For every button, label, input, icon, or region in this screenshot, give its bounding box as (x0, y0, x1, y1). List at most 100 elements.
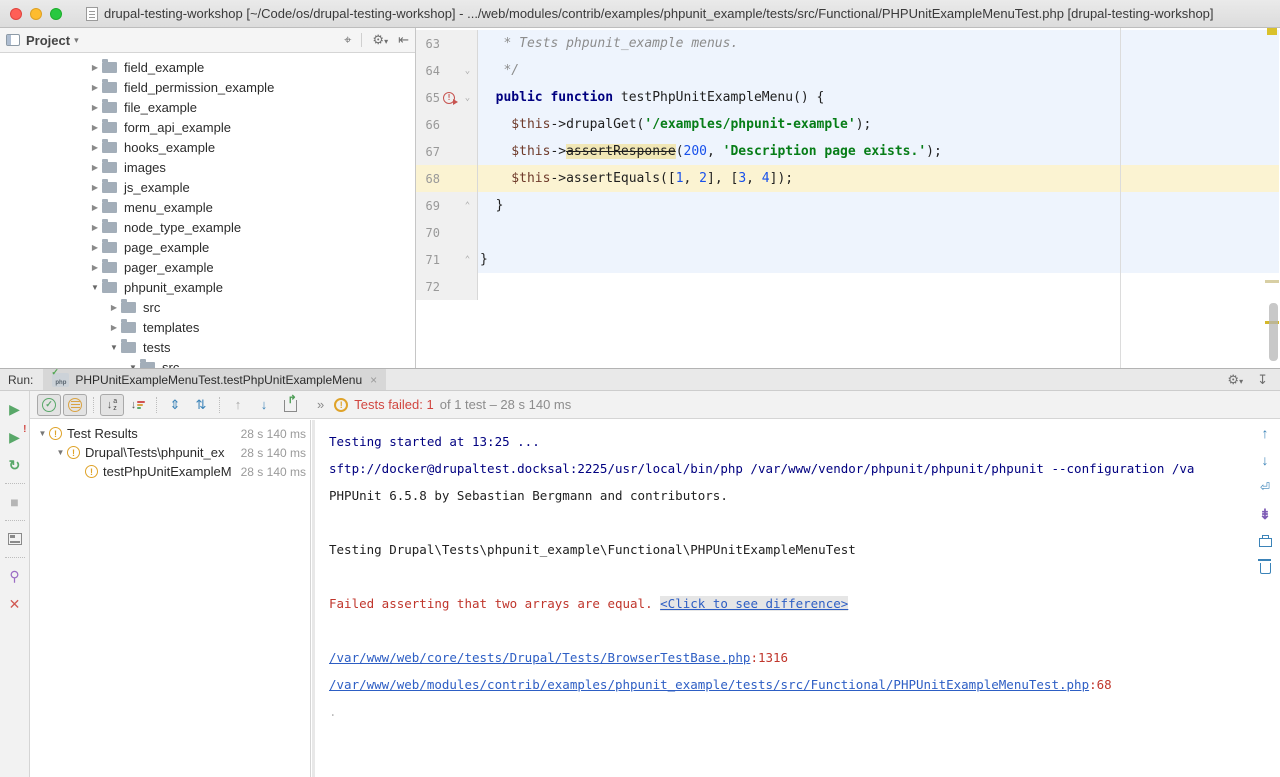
collapsed-arrow-icon[interactable]: ▶ (88, 243, 102, 252)
project-title-caret[interactable]: ▾ (74, 35, 79, 46)
rerun-tests-button[interactable]: ▶ (4, 398, 26, 420)
gutter[interactable]: 70 (416, 219, 478, 246)
editor-line-72[interactable]: 72 (416, 273, 1279, 300)
collapsed-arrow-icon[interactable]: ▶ (88, 203, 102, 212)
project-tree-item-tests[interactable]: ▼tests (0, 337, 415, 357)
run-panel-settings-gear-icon[interactable]: ⚙▾ (1227, 372, 1243, 388)
collapsed-arrow-icon[interactable]: ▶ (88, 143, 102, 152)
project-tree-item-hooks_example[interactable]: ▶hooks_example (0, 137, 415, 157)
scroll-to-end-button[interactable]: ⇟ (1255, 505, 1275, 523)
gutter[interactable]: 66 (416, 111, 478, 138)
gutter[interactable]: 63 (416, 30, 478, 57)
collapsed-arrow-icon[interactable]: ▶ (88, 183, 102, 192)
collapsed-arrow-icon[interactable]: ▶ (88, 83, 102, 92)
collapsed-arrow-icon[interactable]: ▶ (88, 223, 102, 232)
expanded-arrow-icon[interactable]: ▼ (107, 343, 121, 352)
close-run-panel-button[interactable]: ✕ (4, 593, 26, 615)
project-tree-item-images[interactable]: ▶images (0, 157, 415, 177)
project-tree-item-field_permission_example[interactable]: ▶field_permission_example (0, 77, 415, 97)
editor-line-71[interactable]: 71⌃} (416, 246, 1279, 273)
close-tab-icon[interactable]: × (370, 373, 377, 387)
test-tree-row[interactable]: !testPhpUnitExampleM28 s 140 ms (30, 462, 310, 481)
console-link[interactable]: /var/www/web/core/tests/Drupal/Tests/Bro… (329, 650, 750, 665)
collapse-all-button[interactable]: ⇅ (189, 394, 213, 416)
up-the-stack-trace-button[interactable]: ↑ (1255, 424, 1275, 442)
gutter[interactable]: 65!⌄ (416, 84, 478, 111)
fold-marker-icon[interactable]: ⌄ (458, 93, 477, 103)
console-link[interactable]: <Click to see difference> (660, 596, 848, 611)
hide-project-panel-icon[interactable]: ⇤ (398, 32, 409, 48)
expand-all-button[interactable]: ⇕ (163, 394, 187, 416)
project-tree-item-page_example[interactable]: ▶page_example (0, 237, 415, 257)
test-tree-row[interactable]: ▼!Drupal\Tests\phpunit_ex28 s 140 ms (30, 443, 310, 462)
toggle-auto-test-button[interactable]: ↻ (4, 454, 26, 476)
collapsed-arrow-icon[interactable]: ▶ (88, 63, 102, 72)
chevrons-icon[interactable]: » (317, 397, 324, 412)
project-tree-item-file_example[interactable]: ▶file_example (0, 97, 415, 117)
zoom-window-button[interactable] (50, 8, 62, 20)
editor-scrollbar-thumb[interactable] (1269, 303, 1278, 361)
project-title[interactable]: Project (26, 33, 70, 48)
import-test-results-button[interactable]: ↱ (278, 394, 302, 416)
soft-wrap-button[interactable]: ⏎ (1255, 478, 1275, 496)
collapsed-arrow-icon[interactable]: ▶ (88, 163, 102, 172)
test-tree-row[interactable]: ▼!Test Results28 s 140 ms (30, 424, 310, 443)
expanded-arrow-icon[interactable]: ▼ (88, 283, 102, 292)
error-stripe-mark[interactable] (1265, 280, 1279, 283)
project-settings-gear-icon[interactable]: ⚙▾ (372, 32, 388, 48)
gutter[interactable]: 64⌄ (416, 57, 478, 84)
print-button[interactable] (1255, 532, 1275, 550)
test-console-output[interactable]: Testing started at 13:25 ...sftp://docke… (312, 420, 1280, 777)
down-the-stack-trace-button[interactable]: ↓ (1255, 451, 1275, 469)
failed-test-run-gutter-icon[interactable]: ! (443, 92, 455, 104)
gutter[interactable]: 67 (416, 138, 478, 165)
minimize-window-button[interactable] (30, 8, 42, 20)
project-tree-item-src[interactable]: ▼src (0, 357, 415, 368)
gutter[interactable]: 71⌃ (416, 246, 478, 273)
collapsed-arrow-icon[interactable]: ▶ (88, 123, 102, 132)
editor-line-67[interactable]: 67 $this->assertResponse(200, 'Descripti… (416, 138, 1279, 165)
project-tree-item-phpunit_example[interactable]: ▼phpunit_example (0, 277, 415, 297)
project-tree-item-node_type_example[interactable]: ▶node_type_example (0, 217, 415, 237)
sort-by-duration-button[interactable]: ↓ (126, 394, 150, 416)
scroll-from-source-icon[interactable]: ⌖ (344, 32, 351, 48)
clear-all-button[interactable] (1255, 559, 1275, 577)
collapsed-arrow-icon[interactable]: ▶ (107, 323, 121, 332)
collapsed-arrow-icon[interactable]: ▶ (107, 303, 121, 312)
editor-line-64[interactable]: 64⌄ */ (416, 57, 1279, 84)
gutter[interactable]: 72 (416, 273, 478, 300)
restore-layout-button[interactable] (4, 528, 26, 550)
fold-marker-icon[interactable]: ⌄ (458, 66, 477, 76)
editor-line-70[interactable]: 70 (416, 219, 1279, 246)
editor-line-66[interactable]: 66 $this->drupalGet('/examples/phpunit-e… (416, 111, 1279, 138)
fold-marker-icon[interactable]: ⌃ (458, 201, 477, 211)
project-tree-item-menu_example[interactable]: ▶menu_example (0, 197, 415, 217)
project-tree-item-src[interactable]: ▶src (0, 297, 415, 317)
show-passed-button[interactable]: ✓ (37, 394, 61, 416)
console-link[interactable]: /var/www/web/modules/contrib/examples/ph… (329, 677, 1089, 692)
close-window-button[interactable] (10, 8, 22, 20)
pin-tab-button[interactable]: ⚲ (4, 565, 26, 587)
project-tree-item-field_example[interactable]: ▶field_example (0, 57, 415, 77)
project-tree-item-form_api_example[interactable]: ▶form_api_example (0, 117, 415, 137)
rerun-failed-tests-button[interactable]: ▶! (4, 426, 26, 448)
project-tree-item-js_example[interactable]: ▶js_example (0, 177, 415, 197)
gutter[interactable]: 68 (416, 165, 478, 192)
project-tree-item-pager_example[interactable]: ▶pager_example (0, 257, 415, 277)
run-configuration-tab[interactable]: ✓php PHPUnitExampleMenuTest.testPhpUnitE… (43, 369, 386, 390)
editor-line-68[interactable]: 68 $this->assertEquals([1, 2], [3, 4]); (416, 165, 1279, 192)
hide-run-panel-icon[interactable]: ↧ (1257, 372, 1268, 388)
collapsed-arrow-icon[interactable]: ▶ (88, 103, 102, 112)
show-ignored-button[interactable] (63, 394, 87, 416)
sort-alphabetically-button[interactable]: ↓az (100, 394, 124, 416)
project-tree-item-templates[interactable]: ▶templates (0, 317, 415, 337)
gutter[interactable]: 69⌃ (416, 192, 478, 219)
code-editor[interactable]: 63 * Tests phpunit_example menus.64⌄ */6… (416, 28, 1279, 368)
collapsed-arrow-icon[interactable]: ▶ (88, 263, 102, 272)
expanded-arrow-icon[interactable]: ▼ (54, 448, 67, 457)
next-failed-test-button[interactable]: ↓ (252, 394, 276, 416)
editor-line-65[interactable]: 65!⌄ public function testPhpUnitExampleM… (416, 84, 1279, 111)
error-stripe-warning-mark[interactable] (1267, 28, 1277, 35)
editor-line-69[interactable]: 69⌃ } (416, 192, 1279, 219)
expanded-arrow-icon[interactable]: ▼ (36, 429, 49, 438)
